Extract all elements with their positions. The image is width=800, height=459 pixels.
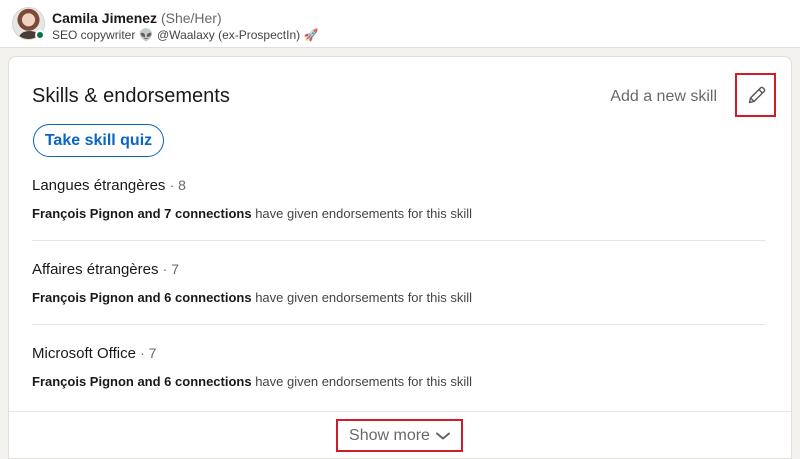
edit-highlight-box — [735, 73, 776, 117]
endorsers-link[interactable]: François Pignon and 6 connections — [32, 374, 252, 389]
divider — [32, 324, 766, 325]
endorsement-text: have given endorsements for this skill — [251, 206, 472, 221]
skill-item: Microsoft Office · 7 François Pignon and… — [32, 345, 766, 389]
endorsement-count[interactable]: · 7 — [163, 261, 179, 277]
endorsement-summary: François Pignon and 6 connections have g… — [32, 374, 766, 389]
pencil-icon[interactable] — [746, 85, 767, 106]
skill-name[interactable]: Langues étrangères — [32, 177, 165, 194]
skill-name-line: Langues étrangères · 8 — [32, 177, 766, 194]
add-skill-link[interactable]: Add a new skill — [610, 88, 717, 106]
profile-name-text: Camila Jimenez — [52, 10, 158, 26]
endorsers-link[interactable]: François Pignon and 6 connections — [32, 290, 252, 305]
profile-headline: SEO copywriter 👽 @Waalaxy (ex-ProspectIn… — [52, 28, 318, 42]
skill-name[interactable]: Microsoft Office — [32, 345, 136, 362]
endorsement-text: have given endorsements for this skill — [251, 374, 472, 389]
take-skill-quiz-button[interactable]: Take skill quiz — [33, 124, 164, 157]
avatar[interactable] — [12, 7, 45, 40]
rocket-icon: 🚀 — [303, 28, 319, 42]
alien-icon: 👽 — [138, 28, 154, 42]
endorsers-link[interactable]: François Pignon and 7 connections — [32, 206, 252, 221]
endorsement-text: have given endorsements for this skill — [251, 290, 472, 305]
endorsement-summary: François Pignon and 7 connections have g… — [32, 206, 766, 221]
profile-name[interactable]: Camila Jimenez (She/Her) — [52, 10, 222, 26]
chevron-down-icon — [435, 432, 450, 439]
headline-text-1: SEO copywriter — [52, 28, 136, 42]
skill-name[interactable]: Affaires étrangères — [32, 261, 158, 278]
skill-name-line: Microsoft Office · 7 — [32, 345, 766, 362]
profile-topbar: Camila Jimenez (She/Her) SEO copywriter … — [0, 0, 800, 48]
endorsement-count[interactable]: · 8 — [170, 177, 186, 193]
skill-item: Langues étrangères · 8 François Pignon a… — [32, 177, 766, 221]
skill-name-line: Affaires étrangères · 7 — [32, 261, 766, 278]
online-status-icon — [35, 30, 45, 40]
skill-item: Affaires étrangères · 7 François Pignon … — [32, 261, 766, 305]
show-more-label: Show more — [349, 426, 430, 444]
card-footer: Show more — [9, 411, 791, 459]
endorsement-count[interactable]: · 7 — [140, 345, 156, 361]
section-title: Skills & endorsements — [32, 85, 230, 107]
profile-pronouns: (She/Her) — [160, 10, 222, 26]
endorsement-summary: François Pignon and 6 connections have g… — [32, 290, 766, 305]
divider — [32, 240, 766, 241]
headline-text-2: @Waalaxy (ex-ProspectIn) — [157, 28, 301, 42]
show-more-button[interactable]: Show more — [336, 419, 463, 452]
skills-card: Skills & endorsements Add a new skill Ta… — [8, 56, 792, 459]
